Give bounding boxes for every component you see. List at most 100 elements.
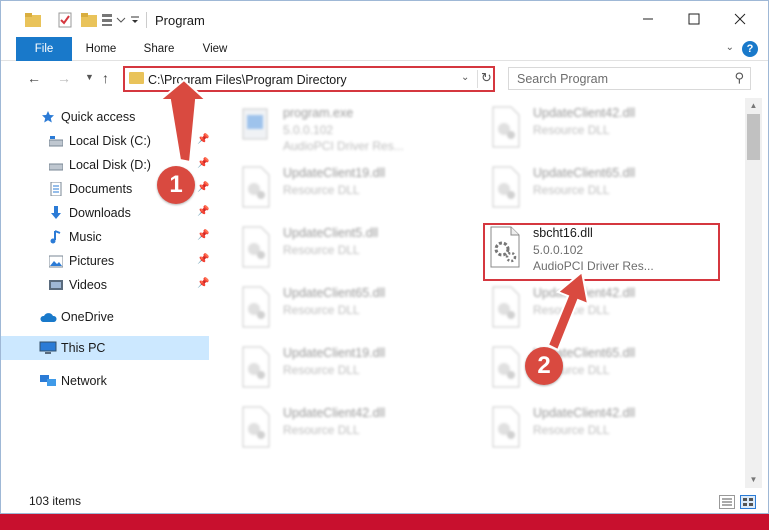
file-type: Resource DLL <box>283 423 360 437</box>
pin-icon[interactable]: 📌 <box>197 158 209 169</box>
file-type: Resource DLL <box>283 363 360 377</box>
expand-ribbon-icon[interactable]: ⌄ <box>726 42 734 53</box>
sidebar-item-pictures[interactable]: Pictures 📌 <box>1 249 209 273</box>
details-view-icon[interactable] <box>719 495 735 509</box>
dll-file-icon <box>492 106 520 148</box>
search-box[interactable]: Search Program ⚲ <box>508 67 751 90</box>
list-item[interactable]: UpdateClient19.dll Resource DLL <box>223 159 463 215</box>
sidebar-item-label: This PC <box>61 341 106 355</box>
sidebar-item-videos[interactable]: Videos 📌 <box>1 273 209 297</box>
scroll-down-icon[interactable]: ▼ <box>745 472 762 488</box>
step-2-callout: 2 <box>525 347 563 385</box>
dll-file-icon <box>492 346 520 388</box>
cloud-icon <box>40 313 57 322</box>
back-icon[interactable]: ← <box>27 70 41 86</box>
help-icon[interactable]: ? <box>742 41 758 57</box>
folder-icon <box>129 72 144 84</box>
file-type: Resource DLL <box>533 303 610 317</box>
sidebar-item-downloads[interactable]: Downloads 📌 <box>1 201 209 225</box>
sidebar-item-label: Local Disk (D:) <box>69 158 151 172</box>
list-item[interactable]: UpdateClient42.dll Resource DLL <box>473 99 713 155</box>
list-item[interactable]: UpdateClient65.dll Resource DLL <box>473 159 713 215</box>
sidebar-item-onedrive[interactable]: OneDrive <box>1 305 209 329</box>
vertical-scrollbar[interactable]: ▲ ▼ <box>745 98 762 488</box>
dll-file-icon <box>492 406 520 448</box>
scroll-up-icon[interactable]: ▲ <box>745 98 762 114</box>
list-item[interactable]: UpdateClient65.dll Resource DLL <box>223 279 463 335</box>
sidebar-item-label: Network <box>61 374 107 388</box>
pin-icon[interactable]: 📌 <box>197 182 209 193</box>
sidebar-item-quick-access[interactable]: Quick access <box>1 105 209 129</box>
maximize-button[interactable] <box>671 1 717 37</box>
file-list: program.exe 5.0.0.102 AudioPCI Driver Re… <box>223 99 745 483</box>
file-name: UpdateClient19.dll <box>283 346 386 360</box>
new-folder-icon[interactable] <box>81 10 97 30</box>
dll-file-icon <box>492 166 520 208</box>
step-1-callout: 1 <box>157 166 195 204</box>
file-version: 5.0.0.102 <box>283 123 334 137</box>
tab-file[interactable]: File <box>16 37 72 61</box>
sidebar-item-this-pc[interactable]: This PC <box>1 336 209 360</box>
list-item[interactable]: UpdateClient42.dll Resource DLL <box>473 279 713 335</box>
file-type: Resource DLL <box>283 183 360 197</box>
file-type: Resource DLL <box>533 423 610 437</box>
sidebar-item-label: Quick access <box>61 110 136 124</box>
file-name: UpdateClient42.dll <box>533 106 636 120</box>
sidebar-item-label: Videos <box>69 278 107 292</box>
pin-icon[interactable]: 📌 <box>197 230 209 241</box>
address-bar[interactable]: C:\Program Files\Program Directory ⌄ ↻ <box>123 66 495 92</box>
large-icons-view-icon[interactable] <box>740 495 756 509</box>
properties-icon[interactable] <box>57 10 73 30</box>
forward-icon[interactable]: → <box>57 70 71 86</box>
pin-icon[interactable]: 📌 <box>197 134 209 145</box>
close-button[interactable] <box>717 1 763 37</box>
pin-icon[interactable]: 📌 <box>197 254 209 265</box>
music-icon <box>50 230 61 244</box>
file-highlight-box <box>483 223 720 281</box>
folder-icon <box>25 10 41 30</box>
up-icon[interactable]: ↑ <box>102 70 109 86</box>
sidebar-item-network[interactable]: Network <box>1 369 209 393</box>
sidebar-item-music[interactable]: Music 📌 <box>1 225 209 249</box>
dll-file-icon <box>492 286 520 328</box>
chevron-down-icon[interactable]: ⌄ <box>461 72 469 83</box>
file-name: program.exe <box>283 106 354 120</box>
pictures-icon <box>49 255 63 268</box>
tab-view[interactable]: View <box>193 37 237 61</box>
exe-file-icon <box>242 108 268 140</box>
file-type: Resource DLL <box>533 183 610 197</box>
file-name: UpdateClient5.dll <box>283 226 379 240</box>
tab-share[interactable]: Share <box>137 37 181 61</box>
list-item[interactable]: UpdateClient42.dll Resource DLL <box>473 399 713 455</box>
dll-file-icon <box>242 346 270 388</box>
window-title: Program <box>155 13 205 28</box>
list-item[interactable]: program.exe 5.0.0.102 AudioPCI Driver Re… <box>223 99 463 155</box>
pin-icon[interactable]: 📌 <box>197 206 209 217</box>
ribbon-tabs: File Home Share View ⌄ ? <box>1 37 768 61</box>
scrollbar-thumb[interactable] <box>747 114 760 160</box>
file-type: Resource DLL <box>283 243 360 257</box>
customize-view-icon[interactable] <box>101 10 127 30</box>
explorer-window: Program File Home Share View ⌄ ? ← → ▼ ↑… <box>0 0 769 514</box>
file-type: Resource DLL <box>533 123 610 137</box>
recent-locations-icon[interactable]: ▼ <box>85 72 94 82</box>
list-item[interactable]: UpdateClient5.dll Resource DLL <box>223 219 463 275</box>
sidebar-item-label: Local Disk (C:) <box>69 134 151 148</box>
minimize-button[interactable] <box>625 1 671 37</box>
search-placeholder[interactable]: Search Program <box>517 72 608 86</box>
search-icon[interactable]: ⚲ <box>734 70 744 86</box>
sidebar-item-local-disk-c[interactable]: Local Disk (C:) 📌 <box>1 129 209 153</box>
sidebar-item-label: Pictures <box>69 254 115 268</box>
dll-file-icon <box>242 166 270 208</box>
dll-file-icon <box>242 286 270 328</box>
address-path[interactable]: C:\Program Files\Program Directory <box>148 73 347 87</box>
quick-access-dropdown-icon[interactable] <box>129 10 141 30</box>
drive-icon <box>49 163 63 171</box>
list-item[interactable]: UpdateClient19.dll Resource DLL <box>223 339 463 395</box>
list-item[interactable]: UpdateClient42.dll Resource DLL <box>223 399 463 455</box>
tab-home[interactable]: Home <box>79 37 123 61</box>
refresh-icon[interactable]: ↻ <box>477 70 495 88</box>
pin-icon[interactable]: 📌 <box>197 278 209 289</box>
list-item[interactable]: UpdateClient65.dll Resource DLL <box>473 339 713 395</box>
sidebar-item-label: Downloads <box>69 206 131 220</box>
